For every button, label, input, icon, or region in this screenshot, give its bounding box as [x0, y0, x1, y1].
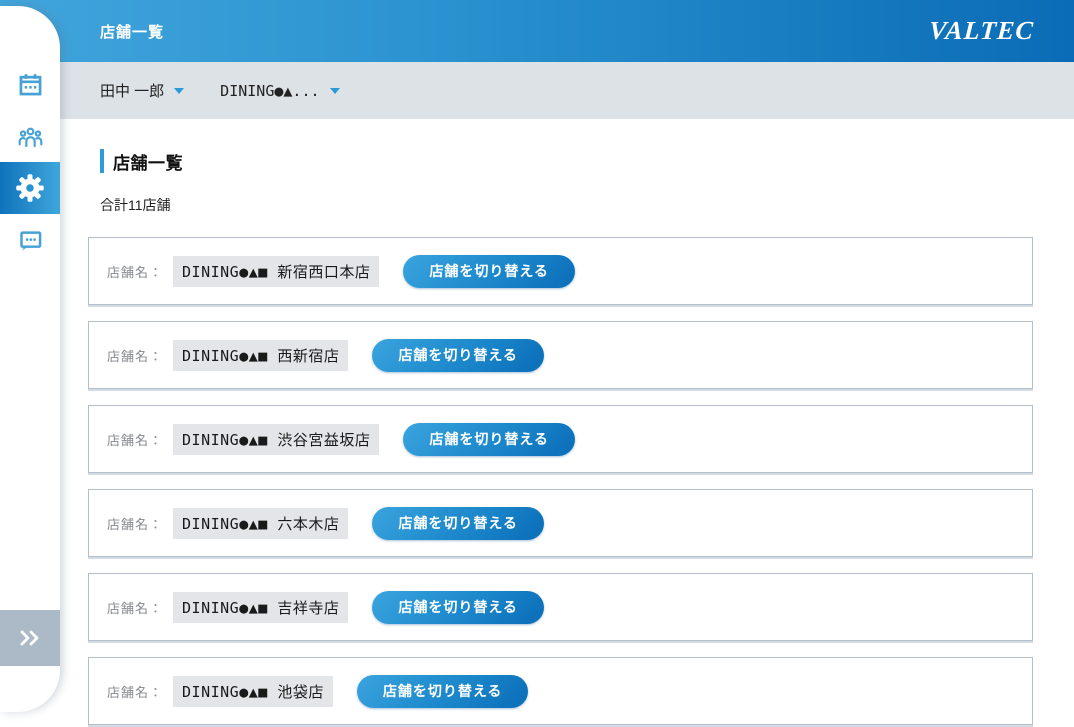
store-name-value: DINING●▲■ 池袋店 [173, 676, 333, 707]
double-chevron-right-icon [17, 628, 43, 648]
sidebar [0, 6, 60, 712]
store-list: 店舗名： DINING●▲■ 新宿西口本店 店舗を切り替える 店舗名： DINI… [88, 237, 1074, 725]
store-name-label: 店舗名： [107, 430, 163, 449]
chevron-down-icon [174, 88, 184, 94]
page-title: 店舗一覧 [113, 149, 183, 174]
switch-store-button[interactable]: 店舗を切り替える [372, 507, 544, 540]
page-heading: 店舗一覧 [100, 149, 1074, 173]
store-name-value: DINING●▲■ 六本木店 [173, 508, 348, 539]
store-name-value: DINING●▲■ 新宿西口本店 [173, 256, 379, 287]
header-title: 店舗一覧 [100, 21, 164, 42]
store-card: 店舗名： DINING●▲■ 新宿西口本店 店舗を切り替える [88, 237, 1033, 305]
switch-store-button[interactable]: 店舗を切り替える [372, 339, 544, 372]
sidebar-nav [0, 6, 60, 266]
chat-icon [17, 227, 44, 254]
user-dropdown[interactable]: 田中 一郎 [100, 80, 184, 101]
switch-store-button[interactable]: 店舗を切り替える [372, 591, 544, 624]
sidebar-item-messages[interactable] [0, 214, 60, 266]
gear-icon [15, 173, 45, 203]
switch-store-button[interactable]: 店舗を切り替える [357, 675, 529, 708]
user-name: 田中 一郎 [100, 80, 164, 101]
people-icon [17, 123, 44, 150]
store-name-value: DINING●▲■ 西新宿店 [173, 340, 348, 371]
store-card: 店舗名： DINING●▲■ 西新宿店 店舗を切り替える [88, 321, 1033, 389]
store-card: 店舗名： DINING●▲■ 池袋店 店舗を切り替える [88, 657, 1033, 725]
sidebar-expand-button[interactable] [0, 610, 60, 666]
company-dropdown[interactable]: DINING●▲... [220, 82, 339, 100]
store-name-value: DINING●▲■ 吉祥寺店 [173, 592, 348, 623]
app-header: 店舗一覧 VALTEC [0, 0, 1074, 62]
store-name-value: DINING●▲■ 渋谷宮益坂店 [173, 424, 379, 455]
store-name-label: 店舗名： [107, 346, 163, 365]
store-name-label: 店舗名： [107, 262, 163, 281]
store-card: 店舗名： DINING●▲■ 六本木店 店舗を切り替える [88, 489, 1033, 557]
valtec-logo: VALTEC [928, 16, 1035, 46]
store-card: 店舗名： DINING●▲■ 渋谷宮益坂店 店舗を切り替える [88, 405, 1033, 473]
main-content: 店舗一覧 合計11店舗 店舗名： DINING●▲■ 新宿西口本店 店舗を切り替… [60, 119, 1074, 727]
store-name-label: 店舗名： [107, 514, 163, 533]
sidebar-item-settings[interactable] [0, 162, 60, 214]
heading-accent-bar [100, 149, 104, 173]
sidebar-item-calendar[interactable] [0, 58, 60, 110]
store-name-label: 店舗名： [107, 682, 163, 701]
company-name: DINING●▲... [220, 82, 319, 100]
switch-store-button[interactable]: 店舗を切り替える [403, 255, 575, 288]
store-name-label: 店舗名： [107, 598, 163, 617]
calendar-icon [17, 71, 44, 98]
store-card: 店舗名： DINING●▲■ 吉祥寺店 店舗を切り替える [88, 573, 1033, 641]
context-bar: 田中 一郎 DINING●▲... [0, 62, 1074, 119]
store-count: 合計11店舗 [100, 195, 1074, 215]
switch-store-button[interactable]: 店舗を切り替える [403, 423, 575, 456]
sidebar-item-staff[interactable] [0, 110, 60, 162]
chevron-down-icon [330, 88, 340, 94]
